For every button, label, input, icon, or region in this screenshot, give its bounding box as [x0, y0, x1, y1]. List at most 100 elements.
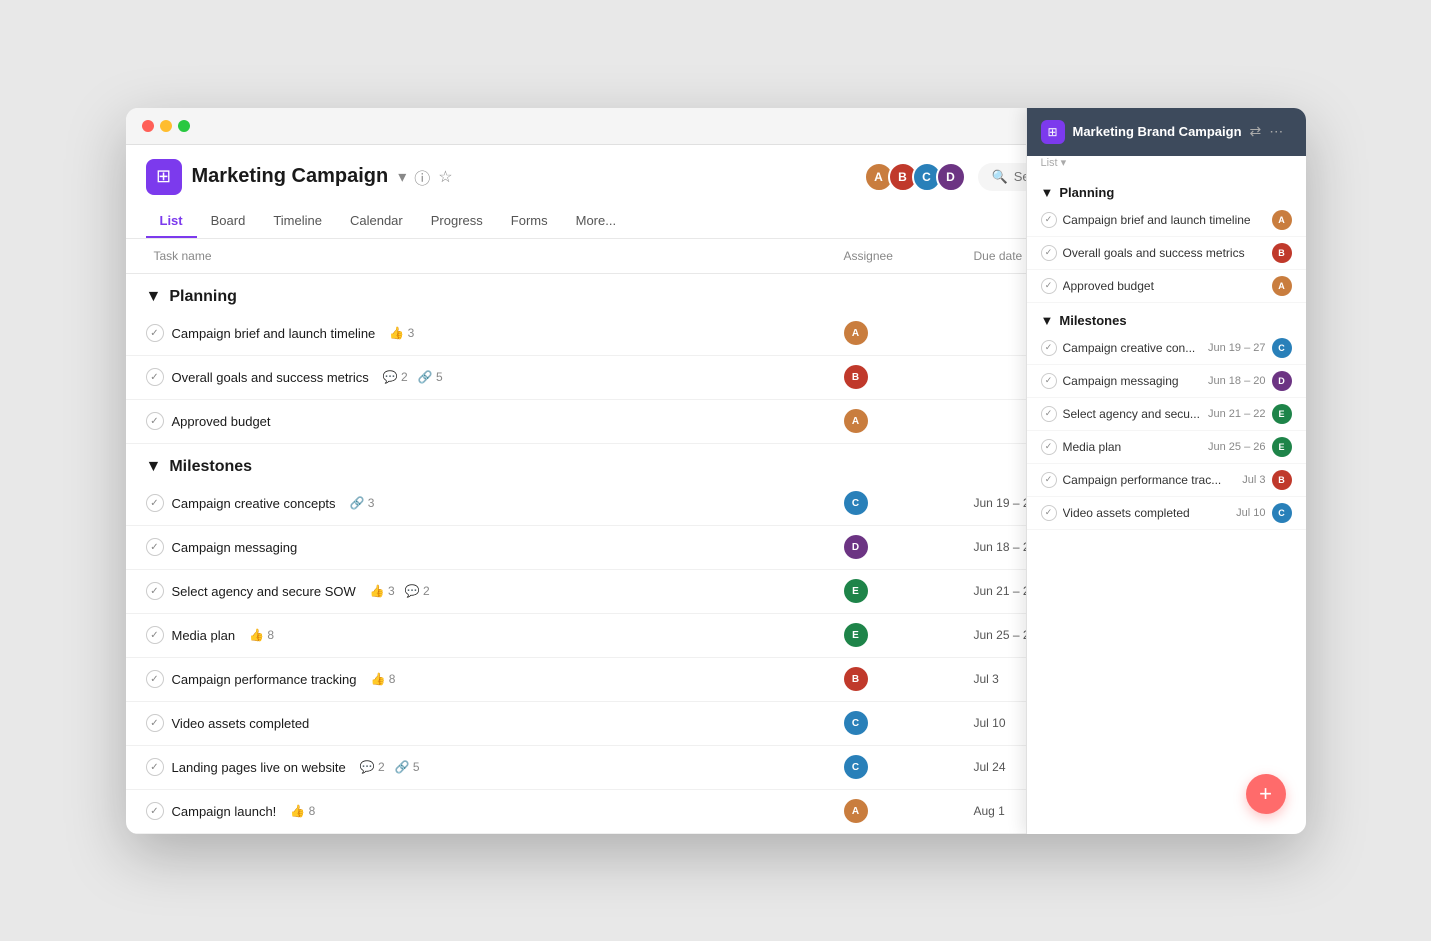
assignee-cell: B — [836, 359, 966, 395]
task-check-icon[interactable]: ✓ — [146, 368, 164, 386]
task-check-icon[interactable]: ✓ — [146, 494, 164, 512]
task-name-cell: ✓ Video assets completed — [146, 708, 836, 738]
panel-milestones-title: Milestones — [1059, 313, 1126, 328]
task-name-cell: ✓ Campaign messaging — [146, 532, 836, 562]
meta-likes: 👍 3 — [389, 326, 414, 340]
panel-check-icon: ✓ — [1041, 406, 1057, 422]
panel-task-name: Campaign brief and launch timeline — [1063, 213, 1266, 227]
panel-assignee-avatar: C — [1272, 338, 1292, 358]
assignee-cell: A — [836, 315, 966, 351]
task-name-cell: ✓ Approved budget — [146, 406, 836, 436]
assignee-cell: B — [836, 661, 966, 697]
assignee-avatar: B — [844, 667, 868, 691]
task-check-icon[interactable]: ✓ — [146, 670, 164, 688]
meta-links: 🔗 3 — [350, 496, 375, 510]
panel-check-icon: ✓ — [1041, 439, 1057, 455]
task-check-icon[interactable]: ✓ — [146, 412, 164, 430]
panel-assignee-avatar: C — [1272, 503, 1292, 523]
tab-timeline[interactable]: Timeline — [259, 205, 336, 238]
panel-list-label: List ▾ — [1027, 156, 1306, 175]
milestones-collapse-icon: ▼ — [146, 458, 162, 476]
task-check-icon[interactable]: ✓ — [146, 582, 164, 600]
panel-task-name: Campaign creative con... — [1063, 341, 1203, 355]
panel-milestones-arrow: ▼ — [1041, 313, 1054, 328]
star-icon[interactable]: ☆ — [438, 167, 452, 187]
task-check-icon[interactable]: ✓ — [146, 324, 164, 342]
meta-comments: 💬 2 — [405, 584, 430, 598]
assignee-cell: C — [836, 705, 966, 741]
task-name-cell: ✓ Campaign performance tracking 👍 8 — [146, 664, 836, 694]
avatar: D — [936, 162, 966, 192]
meta-likes: 👍 8 — [290, 804, 315, 818]
minimize-btn[interactable] — [160, 120, 172, 132]
dropdown-arrow-icon[interactable]: ▾ — [398, 167, 406, 187]
list-item: ✓ Campaign messaging Jun 18 – 20 D — [1027, 365, 1306, 398]
panel-task-name: Overall goals and success metrics — [1063, 246, 1266, 260]
panel-task-date: Jun 18 – 20 — [1208, 375, 1266, 387]
task-check-icon[interactable]: ✓ — [146, 802, 164, 820]
panel-task-name: Media plan — [1063, 440, 1203, 454]
task-check-icon[interactable]: ✓ — [146, 538, 164, 556]
task-check-icon[interactable]: ✓ — [146, 758, 164, 776]
task-check-icon[interactable]: ✓ — [146, 626, 164, 644]
panel-task-name: Select agency and secu... — [1063, 407, 1203, 421]
tab-progress[interactable]: Progress — [417, 205, 497, 238]
search-icon: 🔍 — [992, 169, 1008, 185]
task-name: Campaign brief and launch timeline — [172, 326, 376, 341]
panel-settings-icon[interactable]: ⇄ — [1250, 123, 1262, 140]
panel-assignee-avatar: E — [1272, 437, 1292, 457]
meta-likes: 👍 8 — [370, 672, 395, 686]
task-name-cell: ✓ Landing pages live on website 💬 2 🔗 5 — [146, 752, 836, 782]
panel-header-icons: ⇄ ⋯ — [1250, 123, 1284, 140]
panel-task-date: Jun 25 – 26 — [1208, 441, 1266, 453]
assignee-avatar: E — [844, 623, 868, 647]
tab-board[interactable]: Board — [197, 205, 260, 238]
panel-task-name: Campaign performance trac... — [1063, 473, 1237, 487]
panel-section-milestones[interactable]: ▼ Milestones — [1027, 303, 1306, 332]
task-name-cell: ✓ Select agency and secure SOW 👍 3 💬 2 — [146, 576, 836, 606]
task-name: Landing pages live on website — [172, 760, 346, 775]
panel-task-name: Video assets completed — [1063, 506, 1231, 520]
app-icon: ⊞ — [146, 159, 182, 195]
tab-more[interactable]: More... — [562, 205, 630, 238]
panel-check-icon: ✓ — [1041, 212, 1057, 228]
panel-task-name: Approved budget — [1063, 279, 1266, 293]
task-name-cell: ✓ Media plan 👍 8 — [146, 620, 836, 650]
panel-section-planning[interactable]: ▼ Planning — [1027, 175, 1306, 204]
tab-list[interactable]: List — [146, 205, 197, 238]
milestones-title: Milestones — [169, 458, 252, 476]
tab-calendar[interactable]: Calendar — [336, 205, 417, 238]
task-name: Select agency and secure SOW — [172, 584, 356, 599]
header-icons: ▾ ⓘ ☆ — [398, 165, 452, 189]
assignee-cell: A — [836, 403, 966, 439]
panel-assignee-avatar: B — [1272, 243, 1292, 263]
panel-task-date: Jun 21 – 22 — [1208, 408, 1266, 420]
list-item: ✓ Campaign brief and launch timeline A — [1027, 204, 1306, 237]
task-meta: 👍 8 — [249, 628, 274, 642]
panel-more-icon[interactable]: ⋯ — [1269, 123, 1283, 140]
panel-check-icon: ✓ — [1041, 340, 1057, 356]
assignee-cell: A — [836, 793, 966, 829]
task-meta: 👍 3 — [389, 326, 414, 340]
task-name-cell: ✓ Overall goals and success metrics 💬 2 … — [146, 362, 836, 392]
info-icon[interactable]: ⓘ — [414, 165, 430, 189]
assignee-avatar: C — [844, 755, 868, 779]
panel-add-button[interactable]: + — [1246, 774, 1286, 814]
task-meta: 👍 8 — [370, 672, 395, 686]
panel-assignee-avatar: E — [1272, 404, 1292, 424]
maximize-btn[interactable] — [178, 120, 190, 132]
task-check-icon[interactable]: ✓ — [146, 714, 164, 732]
panel-check-icon: ✓ — [1041, 373, 1057, 389]
assignee-cell: C — [836, 749, 966, 785]
panel-header: ⊞ Marketing Brand Campaign ⇄ ⋯ — [1027, 108, 1306, 156]
assignee-avatar: A — [844, 409, 868, 433]
task-name: Overall goals and success metrics — [172, 370, 369, 385]
task-meta: 💬 2 🔗 5 — [360, 760, 420, 774]
tab-forms[interactable]: Forms — [497, 205, 562, 238]
task-name-cell: ✓ Campaign launch! 👍 8 — [146, 796, 836, 826]
list-item: ✓ Media plan Jun 25 – 26 E — [1027, 431, 1306, 464]
panel-check-icon: ✓ — [1041, 505, 1057, 521]
list-item: ✓ Campaign creative con... Jun 19 – 27 C — [1027, 332, 1306, 365]
close-btn[interactable] — [142, 120, 154, 132]
task-meta: 👍 3 💬 2 — [370, 584, 430, 598]
